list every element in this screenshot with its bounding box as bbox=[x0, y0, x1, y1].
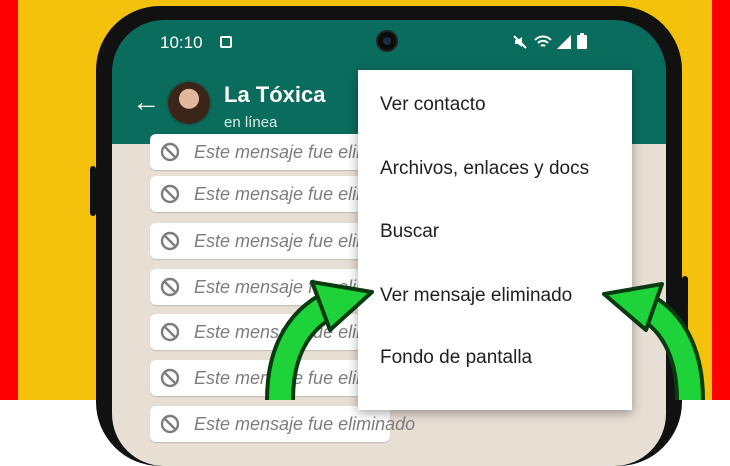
deleted-message[interactable]: Este mensaje fue eliminado bbox=[150, 360, 415, 396]
status-time: 10:10 bbox=[160, 33, 203, 52]
ban-icon bbox=[160, 322, 180, 342]
deleted-message[interactable]: Este mensaje fue eliminado bbox=[150, 314, 415, 350]
deleted-message[interactable]: Este mensaje fue eliminado bbox=[150, 176, 415, 212]
deleted-message[interactable]: Este mensaje fue eliminado bbox=[150, 269, 415, 305]
ban-icon bbox=[160, 231, 180, 251]
menu-item-archivos[interactable]: Archivos, enlaces y docs bbox=[380, 158, 589, 180]
wifi-icon bbox=[534, 35, 552, 47]
ban-icon bbox=[160, 414, 180, 434]
menu-item-ver-contacto[interactable]: Ver contacto bbox=[380, 94, 486, 116]
contact-status: en línea bbox=[224, 114, 278, 131]
ban-icon bbox=[160, 142, 180, 162]
menu-item-fondo-de-pantalla[interactable]: Fondo de pantalla bbox=[380, 347, 532, 369]
ban-icon bbox=[160, 184, 180, 204]
notification-icon bbox=[220, 36, 232, 48]
battery-icon bbox=[577, 33, 587, 49]
phone-side-button-right bbox=[682, 276, 688, 346]
deleted-message[interactable]: Este mensaje fue eliminado bbox=[150, 134, 415, 170]
ban-icon bbox=[160, 277, 180, 297]
menu-item-buscar[interactable]: Buscar bbox=[380, 221, 439, 243]
ban-icon bbox=[160, 368, 180, 388]
mute-icon bbox=[513, 35, 527, 49]
deleted-message[interactable]: Este mensaje fue eliminado bbox=[150, 406, 415, 442]
deleted-message-text: Este mensaje fue eliminado bbox=[194, 414, 416, 434]
menu-item-ver-mensaje-eliminado[interactable]: Ver mensaje eliminado bbox=[380, 285, 572, 307]
front-camera bbox=[376, 30, 398, 52]
contact-name[interactable]: La Tóxica bbox=[224, 82, 325, 108]
red-border-left bbox=[0, 0, 18, 400]
avatar[interactable] bbox=[166, 80, 212, 126]
red-border-right bbox=[712, 0, 730, 400]
back-arrow-icon[interactable]: ← bbox=[132, 88, 160, 116]
status-bar: 10:10 bbox=[112, 20, 666, 62]
phone-side-button-left bbox=[90, 166, 96, 216]
signal-icon bbox=[557, 35, 571, 49]
overflow-menu: Ver contacto Archivos, enlaces y docs Bu… bbox=[358, 70, 632, 410]
deleted-message[interactable]: Este mensaje fue eliminado bbox=[150, 223, 415, 259]
